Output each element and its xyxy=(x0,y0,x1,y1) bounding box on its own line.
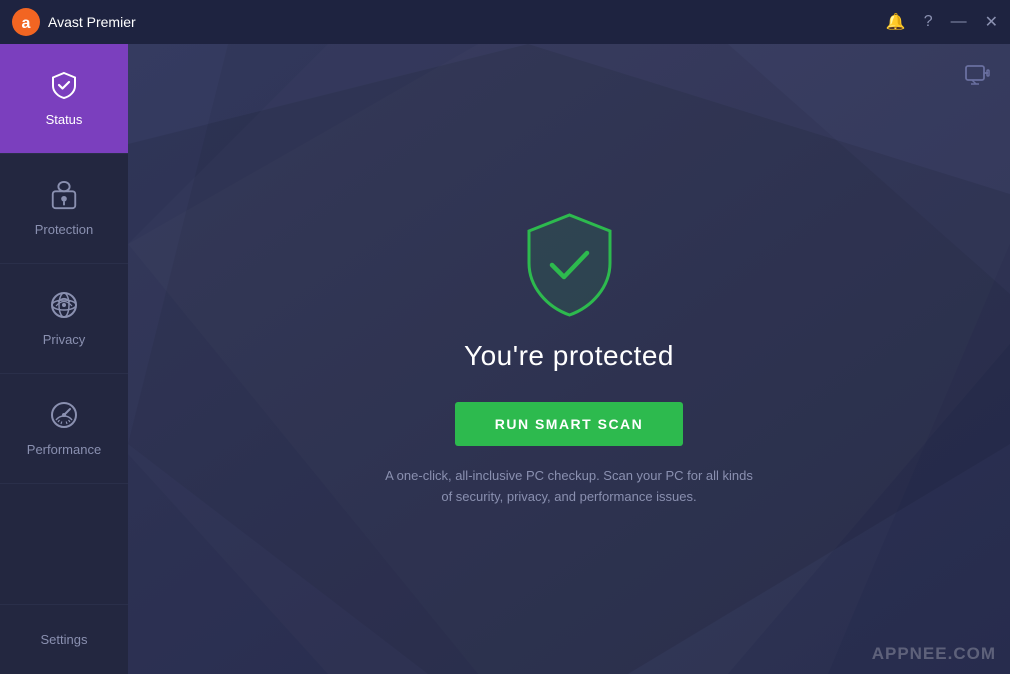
main-content: You're protected RUN SMART SCAN A one-cl… xyxy=(128,44,1010,674)
app-container: Status Protection xyxy=(0,44,1010,674)
avast-logo-icon: a xyxy=(12,8,40,36)
performance-icon xyxy=(49,400,79,434)
sidebar-item-status[interactable]: Status xyxy=(0,44,128,154)
titlebar-controls: 🔔 ? — ✕ xyxy=(886,12,998,32)
close-icon[interactable]: ✕ xyxy=(985,12,998,32)
sidebar-item-privacy[interactable]: Privacy xyxy=(0,264,128,374)
protected-heading: You're protected xyxy=(464,340,674,372)
sidebar-settings-label: Settings xyxy=(41,632,88,647)
notification-icon[interactable]: 🔔 xyxy=(886,12,906,32)
device-security-icon[interactable] xyxy=(964,60,990,92)
privacy-icon xyxy=(49,290,79,324)
minimize-icon[interactable]: — xyxy=(951,13,967,31)
watermark: APPNEE.COM xyxy=(872,644,996,664)
sidebar: Status Protection xyxy=(0,44,128,674)
sidebar-privacy-label: Privacy xyxy=(43,332,86,347)
run-smart-scan-button[interactable]: RUN SMART SCAN xyxy=(455,402,684,446)
status-center: You're protected RUN SMART SCAN A one-cl… xyxy=(379,210,759,508)
sidebar-item-protection[interactable]: Protection xyxy=(0,154,128,264)
scan-description: A one-click, all-inclusive PC checkup. S… xyxy=(379,466,759,508)
shield-icon xyxy=(519,210,619,320)
status-icon xyxy=(49,70,79,104)
sidebar-status-label: Status xyxy=(46,112,83,127)
sidebar-protection-label: Protection xyxy=(35,222,94,237)
sidebar-item-settings[interactable]: Settings xyxy=(0,604,128,674)
svg-text:a: a xyxy=(22,15,31,32)
app-title: Avast Premier xyxy=(48,14,136,30)
help-icon[interactable]: ? xyxy=(924,13,933,31)
protection-icon xyxy=(50,180,78,214)
titlebar: a Avast Premier 🔔 ? — ✕ xyxy=(0,0,1010,44)
sidebar-performance-label: Performance xyxy=(27,442,101,457)
sidebar-item-performance[interactable]: Performance xyxy=(0,374,128,484)
titlebar-left: a Avast Premier xyxy=(12,8,136,36)
